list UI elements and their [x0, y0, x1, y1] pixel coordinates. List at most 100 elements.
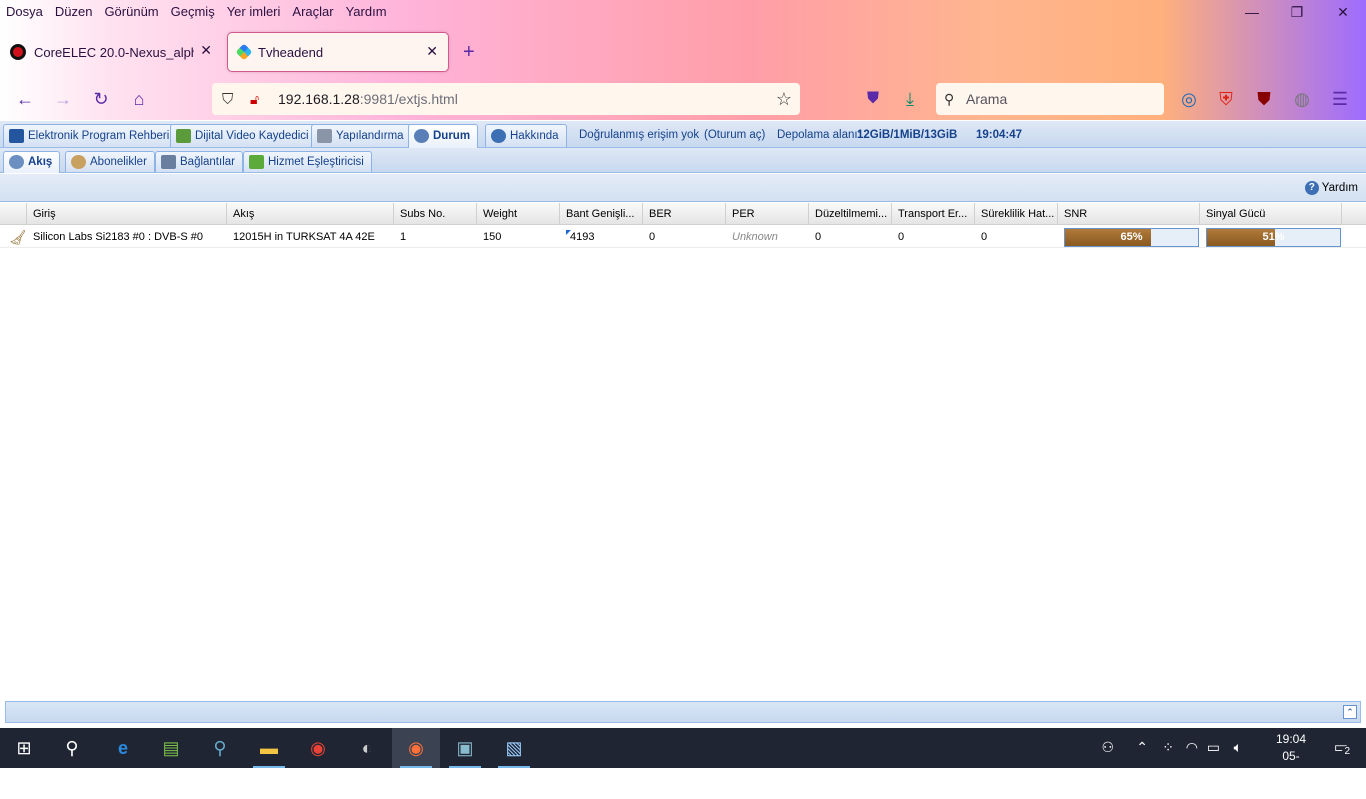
tab-status[interactable]: Durum	[408, 124, 479, 148]
tab-title: Tvheadend	[258, 44, 324, 60]
minimize-icon[interactable]: —	[1242, 4, 1262, 20]
help-icon: ?	[1304, 181, 1319, 195]
snr-label: 65%	[1120, 231, 1143, 243]
home-icon[interactable]: ⌂	[126, 86, 152, 112]
chrome-icon[interactable]: ◉	[294, 728, 342, 768]
menu-file[interactable]: Dosya	[6, 4, 43, 19]
subscriptions-icon	[71, 155, 86, 169]
ublock-icon[interactable]: ⛊	[1251, 86, 1277, 112]
table-row[interactable]: 🧹︎ Silicon Labs Si2183 #0 : DVB-S #0 120…	[0, 226, 1366, 248]
arrow-right-icon	[249, 155, 264, 169]
plug-icon	[161, 155, 176, 169]
close-tab-icon[interactable]: ✕	[200, 42, 212, 59]
close-window-icon[interactable]: ✕	[1333, 4, 1353, 20]
subtab-subscriptions[interactable]: Abonelikler	[65, 151, 155, 172]
notepad-icon[interactable]: ▤	[147, 728, 195, 768]
column-header-input[interactable]: Giriş	[27, 203, 227, 225]
column-header-subs[interactable]: Subs No.	[394, 203, 477, 225]
windows-taskbar: ⊞ ⚲ e ▤ ⚲ ▬ ◉ ◐ ◉ ▣ ▧ ⚇ ⌃ ⁘ ◠ ▭ 🔈︎ 19:04…	[0, 728, 1366, 797]
url-text[interactable]: 192.168.1.28:9981/extjs.html	[278, 91, 458, 107]
wifi-icon[interactable]: ◠	[1186, 739, 1198, 756]
back-icon[interactable]: ←	[12, 86, 38, 112]
insecure-lock-icon[interactable]: 🔓︎	[250, 91, 259, 108]
column-header-continuity[interactable]: Süreklilik Hat...	[975, 203, 1058, 225]
browser-tab-tvheadend[interactable]: Tvheadend ✕	[227, 32, 449, 72]
new-tab-icon[interactable]: +	[463, 41, 475, 64]
magnifier-app-icon[interactable]: ⚲	[196, 728, 244, 768]
edge-icon[interactable]: e	[99, 728, 147, 768]
auth-status: Doğrulanmış erişim yok	[579, 129, 700, 141]
eye-icon	[414, 129, 429, 143]
subtab-service-mapper[interactable]: Hizmet Eşleştiricisi	[243, 151, 372, 172]
broom-icon[interactable]: 🧹︎	[3, 226, 27, 248]
menu-bookmarks[interactable]: Yer imleri	[227, 4, 281, 19]
tab-epg[interactable]: Elektronik Program Rehberi	[3, 124, 178, 147]
menu-help[interactable]: Yardım	[346, 4, 387, 19]
battery-icon[interactable]: ▭	[1207, 739, 1220, 756]
pocket-icon[interactable]: ⛊	[860, 86, 886, 112]
network-dots-icon[interactable]: ⁘	[1162, 739, 1174, 756]
cell-per: Unknown	[732, 231, 778, 243]
coreelec-icon	[10, 44, 26, 60]
extension-icon[interactable]: ◎	[1176, 86, 1202, 112]
signal-progress-bar: 51%	[1206, 228, 1341, 247]
file-explorer-icon[interactable]: ▬	[245, 728, 293, 768]
bookmark-star-icon[interactable]: ☆	[776, 89, 792, 110]
cell-ber: 0	[649, 231, 656, 243]
tab-title: CoreELEC 20.0-Nexus_alpha1 (p	[34, 44, 194, 60]
column-header-unc[interactable]: Düzeltilmemi...	[809, 203, 892, 225]
antenna-icon	[9, 155, 24, 169]
hamburger-menu-icon[interactable]: ☰	[1327, 86, 1353, 112]
volume-icon[interactable]: 🔈︎	[1234, 739, 1242, 756]
menu-tools[interactable]: Araçlar	[292, 4, 333, 19]
column-header-per[interactable]: PER	[726, 203, 809, 225]
menu-view[interactable]: Görünüm	[104, 4, 158, 19]
expand-panel-icon[interactable]: ⌃	[1343, 705, 1357, 719]
column-header-transport-errors[interactable]: Transport Er...	[892, 203, 975, 225]
clock[interactable]: 19:04 05-Jan-22	[1276, 731, 1306, 799]
search-input[interactable]: Arama	[936, 83, 1164, 115]
people-icon[interactable]: ⚇	[1101, 739, 1114, 756]
storage-label: Depolama alanı:	[777, 129, 861, 141]
menu-history[interactable]: Geçmiş	[171, 4, 215, 19]
tab-about[interactable]: Hakkında	[485, 124, 567, 147]
menu-bar: Dosya Düzen Görünüm Geçmiş Yer imleri Ar…	[0, 0, 1230, 22]
app-network-icon[interactable]: ▧	[490, 728, 538, 768]
tab-dvr[interactable]: Dijital Video Kaydedici	[170, 124, 317, 147]
subtab-connections[interactable]: Bağlantılar	[155, 151, 243, 172]
login-link[interactable]: (Oturum aç)	[704, 129, 765, 141]
chevron-up-icon[interactable]: ⌃	[1136, 739, 1148, 756]
column-header-bandwidth[interactable]: Bant Genişli...	[560, 203, 643, 225]
close-tab-icon[interactable]: ✕	[426, 43, 438, 60]
help-button[interactable]: ? Yardım	[1304, 181, 1358, 195]
search-icon[interactable]: ⚲	[48, 728, 96, 768]
adblock-icon[interactable]: ⛨	[1213, 86, 1239, 112]
storage-value: 12GiB/1MiB/13GiB	[857, 129, 958, 141]
column-header-weight[interactable]: Weight	[477, 203, 560, 225]
firefox-icon[interactable]: ◉	[392, 728, 440, 768]
notification-count: 2	[1342, 746, 1352, 757]
cell-stream: 12015H in TURKSAT 4A 42E	[233, 231, 375, 243]
column-header-signal[interactable]: Sinyal Gücü	[1200, 203, 1342, 225]
windows-start-icon[interactable]: ⊞	[0, 728, 48, 768]
app-disc-icon[interactable]: ◐	[343, 728, 391, 768]
restore-icon[interactable]: ❐	[1287, 4, 1307, 20]
app-window-icon[interactable]: ▣	[441, 728, 489, 768]
tab-configuration[interactable]: Yapılandırma	[311, 124, 412, 147]
forward-icon[interactable]: →	[50, 86, 76, 112]
menu-edit[interactable]: Düzen	[55, 4, 93, 19]
shield-icon[interactable]: ⛉	[222, 91, 233, 108]
globe-icon[interactable]: ◍	[1289, 86, 1315, 112]
dvr-icon	[176, 129, 191, 143]
browser-chrome: Dosya Düzen Görünüm Geçmiş Yer imleri Ar…	[0, 0, 1366, 120]
browser-tab-coreelec[interactable]: CoreELEC 20.0-Nexus_alpha1 (p ✕	[0, 32, 222, 72]
tab-bar: CoreELEC 20.0-Nexus_alpha1 (p ✕ Tvheaden…	[0, 28, 1366, 74]
column-header-snr[interactable]: SNR	[1058, 203, 1200, 225]
reload-icon[interactable]: ↻	[88, 86, 114, 112]
download-icon[interactable]: ⤓	[897, 86, 923, 112]
subtab-streams[interactable]: Akış	[3, 151, 61, 173]
url-bar[interactable]: ⛉ 🔓︎ 192.168.1.28:9981/extjs.html ☆	[212, 83, 800, 115]
column-header-stream[interactable]: Akış	[227, 203, 394, 225]
column-header-ber[interactable]: BER	[643, 203, 726, 225]
tvheadend-icon	[235, 43, 253, 61]
